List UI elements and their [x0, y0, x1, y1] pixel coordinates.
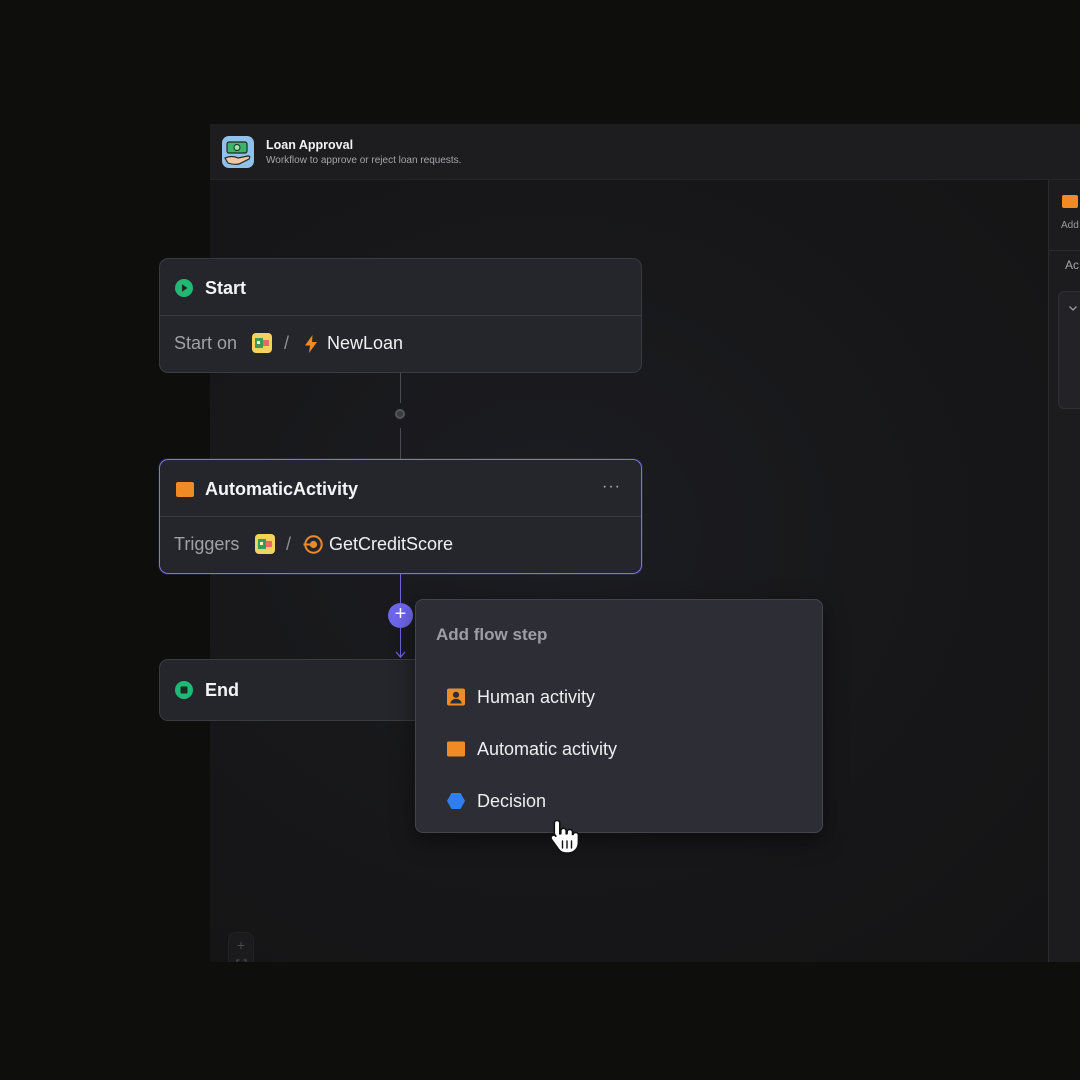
app-subtitle: Workflow to approve or reject loan reque…	[266, 155, 462, 166]
connector-line	[400, 373, 401, 403]
fit-view-button[interactable]	[229, 955, 253, 962]
activity-icon	[1062, 195, 1078, 208]
panel-subtitle: Add	[1061, 220, 1079, 231]
end-node[interactable]: End	[159, 659, 459, 721]
connector-line-active	[400, 574, 401, 603]
menu-item-human-activity[interactable]: Human activity	[428, 677, 812, 717]
panel-divider	[1049, 250, 1080, 251]
node-title: Start	[205, 278, 247, 298]
decision-icon	[447, 793, 465, 809]
menu-item-automatic-activity[interactable]: Automatic activity	[428, 729, 812, 769]
arrow-down-icon	[395, 651, 406, 658]
app-title: Loan Approval	[266, 138, 354, 152]
lightning-icon	[305, 335, 317, 353]
automatic-activity-icon	[447, 741, 465, 757]
loan-logo-icon	[222, 136, 254, 168]
menu-item-label: Automatic activity	[477, 739, 618, 759]
service-icon	[303, 535, 323, 554]
triggered-service[interactable]: GetCreditScore	[329, 534, 453, 555]
node-body-label: Start on	[174, 333, 238, 353]
path-separator: /	[286, 534, 292, 554]
node-title: End	[205, 680, 239, 700]
start-node[interactable]: Start Start on / NewLoan	[159, 258, 642, 373]
panel-section	[1058, 291, 1080, 409]
node-body-label: Triggers	[174, 534, 240, 554]
node-title: AutomaticActivity	[205, 479, 359, 499]
app-icon	[252, 333, 272, 353]
play-icon	[175, 279, 193, 297]
zoom-in-button[interactable]: +	[229, 935, 253, 955]
human-activity-icon	[447, 688, 465, 706]
panel-tab[interactable]: Ac	[1065, 258, 1079, 272]
menu-title: Add flow step	[436, 625, 548, 644]
add-flow-step-menu: Add flow step Human activity Automatic a…	[415, 599, 823, 833]
chevron-down-icon[interactable]	[1067, 302, 1079, 314]
zoom-controls: + −	[228, 932, 254, 962]
node-header: Start	[160, 259, 641, 316]
menu-item-label: Decision	[477, 791, 547, 811]
add-step-button[interactable]: +	[388, 603, 413, 628]
trigger-event[interactable]: NewLoan	[327, 333, 403, 354]
menu-item-label: Human activity	[477, 687, 596, 707]
properties-panel: Add Ac	[1048, 180, 1080, 962]
automatic-activity-node[interactable]: AutomaticActivity ··· Triggers / GetCred…	[159, 459, 642, 574]
connector-line	[400, 428, 401, 459]
menu-item-decision[interactable]: Decision	[428, 781, 812, 821]
hand-cursor-icon	[550, 819, 580, 854]
fit-view-icon	[235, 959, 247, 962]
app-header: Loan Approval Workflow to approve or rej…	[210, 124, 1080, 180]
app-icon	[255, 534, 275, 554]
stop-icon	[175, 681, 193, 699]
node-header: AutomaticActivity ···	[160, 460, 641, 517]
automatic-activity-icon	[176, 482, 194, 497]
connector-handle[interactable]	[395, 409, 405, 419]
more-options-button[interactable]: ···	[602, 478, 621, 496]
path-separator: /	[284, 333, 290, 353]
